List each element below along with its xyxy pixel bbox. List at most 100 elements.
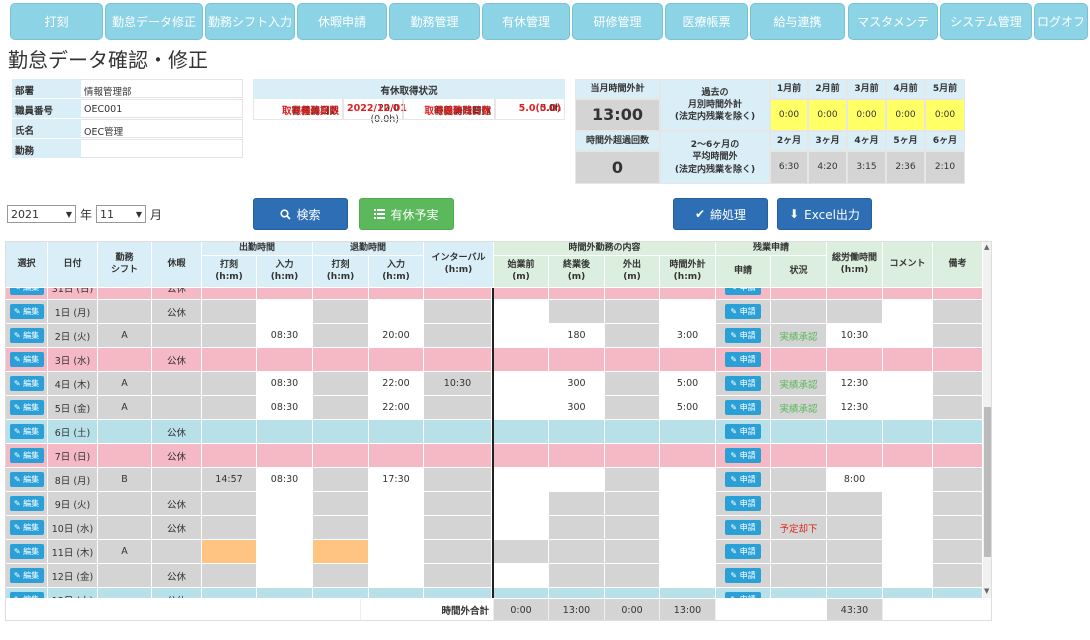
- cell-comment: [883, 288, 933, 300]
- cell-note: [933, 288, 983, 300]
- cell-holiday: [152, 396, 202, 420]
- cell-after: [549, 492, 605, 516]
- scrollbar-thumb[interactable]: [984, 407, 991, 557]
- cell-holiday: 公休: [152, 288, 202, 300]
- close-processing-button[interactable]: ✔ 締処理: [673, 198, 768, 230]
- column-divider: [492, 288, 494, 598]
- apply-button[interactable]: ✎ 申請: [725, 472, 761, 487]
- edit-button[interactable]: ✎ 編集: [9, 376, 44, 391]
- edit-button[interactable]: ✎ 編集: [9, 328, 44, 343]
- cell-status: [771, 492, 827, 516]
- cell-note: [933, 348, 983, 372]
- cell-stamp_out: [313, 468, 369, 492]
- cell-ot: [660, 492, 716, 516]
- cell-total: [827, 300, 883, 324]
- apply-button[interactable]: ✎ 申請: [725, 304, 761, 319]
- cell-after: [549, 468, 605, 492]
- footer-label: 時間外合計: [361, 599, 494, 620]
- nav-item-8[interactable]: 給与連携: [750, 3, 845, 40]
- table-scrollbar[interactable]: ▲ ▼: [983, 242, 991, 598]
- excel-export-button[interactable]: ⬇ Excel出力: [777, 198, 872, 230]
- nav-item-10[interactable]: システム管理: [940, 3, 1032, 40]
- past-month-header: 5月前: [925, 79, 965, 99]
- header-ot-sum: 時間外計 (h:m): [660, 256, 716, 288]
- cell-shift: B: [98, 468, 152, 492]
- cell-in: [257, 348, 313, 372]
- apply-button[interactable]: ✎ 申請: [725, 352, 761, 367]
- leave-plan-button[interactable]: 有休予実: [359, 198, 454, 230]
- edit-button[interactable]: ✎ 編集: [9, 472, 44, 487]
- cell-interval: [424, 516, 492, 540]
- nav-item-7[interactable]: 医療帳票: [665, 3, 748, 40]
- footer-blank: [6, 599, 361, 620]
- apply-button[interactable]: ✎ 申請: [725, 424, 761, 439]
- apply-button[interactable]: ✎ 申請: [725, 520, 761, 535]
- scroll-up-icon[interactable]: ▲: [984, 243, 989, 251]
- cell-interval: [424, 444, 492, 468]
- apply-button[interactable]: ✎ 申請: [725, 544, 761, 559]
- cell-date: 9日 (火): [48, 492, 98, 516]
- cell-req: ✎ 申請: [716, 348, 771, 372]
- edit-button[interactable]: ✎ 編集: [9, 424, 44, 439]
- table-row: ✎ 編集 5日 (金) A 08:30 22:00 300 5:00 ✎ 申請 実績承認 12:3…: [6, 396, 986, 420]
- edit-button[interactable]: ✎ 編集: [9, 288, 44, 295]
- edit-button[interactable]: ✎ 編集: [9, 496, 44, 511]
- year-value: 2021: [11, 207, 39, 221]
- cell-holiday: [152, 324, 202, 348]
- leave-cell: 取得義務残日数: [403, 99, 495, 120]
- apply-button[interactable]: ✎ 申請: [725, 568, 761, 583]
- cell-sel: ✎ 編集: [6, 348, 48, 372]
- nav-item-11[interactable]: ログオフ: [1034, 3, 1088, 40]
- edit-button[interactable]: ✎ 編集: [9, 592, 44, 598]
- edit-button[interactable]: ✎ 編集: [9, 400, 44, 415]
- apply-button[interactable]: ✎ 申請: [725, 592, 761, 598]
- cell-after: [549, 516, 605, 540]
- search-button[interactable]: 検索: [253, 198, 348, 230]
- table-body: ✎ 編集 31日 (日) 公休 ✎ 申請 ✎ 編集 1日 (月) 公休 ✎ 申請 ✎ 編集 2日 …: [6, 288, 986, 598]
- table-row: ✎ 編集 6日 (土) 公休 ✎ 申請: [6, 420, 986, 444]
- edit-button[interactable]: ✎ 編集: [9, 448, 44, 463]
- nav-item-6[interactable]: 研修管理: [572, 3, 663, 40]
- header-ot-work: 時間外勤務の内容: [494, 242, 716, 256]
- month-select[interactable]: 11 ▼: [96, 205, 146, 223]
- apply-button[interactable]: ✎ 申請: [725, 328, 761, 343]
- nav-item-0[interactable]: 打刻: [10, 3, 103, 40]
- cell-in: 08:30: [257, 372, 313, 396]
- cell-before: [494, 444, 549, 468]
- edit-button[interactable]: ✎ 編集: [9, 304, 44, 319]
- edit-button[interactable]: ✎ 編集: [9, 544, 44, 559]
- cell-stamp_out: [313, 324, 369, 348]
- apply-button[interactable]: ✎ 申請: [725, 400, 761, 415]
- scroll-down-icon[interactable]: ▼: [984, 587, 989, 595]
- nav-item-9[interactable]: マスタメンテ: [848, 3, 938, 40]
- apply-button[interactable]: ✎ 申請: [725, 496, 761, 511]
- edit-button[interactable]: ✎ 編集: [9, 352, 44, 367]
- footer-after: 13:00: [549, 599, 605, 620]
- nav-item-4[interactable]: 勤務管理: [389, 3, 480, 40]
- apply-button[interactable]: ✎ 申請: [725, 376, 761, 391]
- nav-item-3[interactable]: 休暇申請: [297, 3, 387, 40]
- header-interval: インターバル (h:m): [424, 242, 494, 288]
- cell-in: 08:30: [257, 396, 313, 420]
- cell-interval: [424, 324, 492, 348]
- cell-status: 実績承認: [771, 372, 827, 396]
- header-date: 日付: [48, 242, 98, 288]
- apply-button[interactable]: ✎ 申請: [725, 448, 761, 463]
- nav-item-1[interactable]: 勤怠データ修正: [105, 3, 203, 40]
- cell-total: [827, 564, 883, 588]
- cell-interval: [424, 588, 492, 598]
- header-before: 始業前 (m): [494, 256, 549, 288]
- nav-item-2[interactable]: 勤務シフト入力: [205, 3, 295, 40]
- avg-month-value: 2:10: [925, 151, 965, 184]
- cell-date: 8日 (月): [48, 468, 98, 492]
- edit-button[interactable]: ✎ 編集: [9, 520, 44, 535]
- past-month-header: 1月前: [770, 79, 808, 99]
- cell-interval: 10:30: [424, 372, 492, 396]
- apply-button[interactable]: ✎ 申請: [725, 288, 761, 295]
- edit-button[interactable]: ✎ 編集: [9, 568, 44, 583]
- cell-out: [369, 516, 424, 540]
- status-text: 実績承認: [779, 379, 818, 391]
- nav-item-5[interactable]: 有休管理: [482, 3, 570, 40]
- cell-date: 5日 (金): [48, 396, 98, 420]
- year-select[interactable]: 2021 ▼: [7, 205, 76, 223]
